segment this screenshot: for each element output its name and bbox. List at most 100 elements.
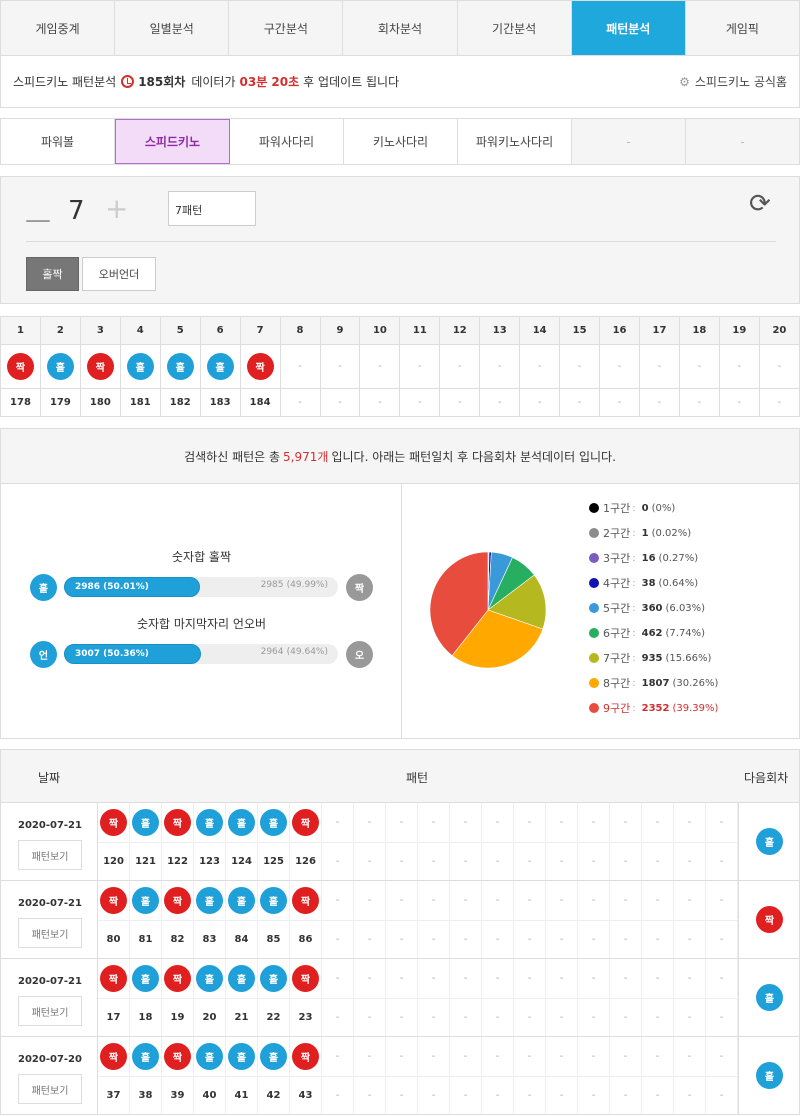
history-empty-cell: - <box>386 920 418 958</box>
tab-section[interactable]: 구간분석 <box>229 1 344 55</box>
view-pattern-button[interactable]: 패턴보기 <box>18 918 82 948</box>
history-empty-cell: - <box>610 998 642 1036</box>
history-empty-cell: - <box>482 842 514 880</box>
top-nav: 게임중계 일별분석 구간분석 회차분석 기간분석 패턴분석 게임픽 <box>0 0 800 56</box>
history-ball-cell: 홀 <box>130 1037 162 1075</box>
game-tab-powerkeno-ladder[interactable]: 파워키노사다리 <box>458 119 572 164</box>
increase-button[interactable]: + <box>105 195 128 223</box>
pattern-empty-cell: - <box>678 388 720 417</box>
pattern-ball-cell: 짝 <box>0 344 41 389</box>
game-tab-speedkeno[interactable]: 스피드키노 <box>115 119 230 164</box>
pattern-ball-cell: 홀 <box>119 344 161 389</box>
history-round: 121 <box>130 842 162 880</box>
history-ball: 홀 <box>260 964 287 992</box>
history-round: 82 <box>162 920 194 958</box>
pattern-col-header: 16 <box>599 316 640 345</box>
view-pattern-button[interactable]: 패턴보기 <box>18 1074 82 1104</box>
history-empty-cell: - <box>546 1076 578 1114</box>
history-round: 84 <box>226 920 258 958</box>
history-ball: 홀 <box>196 886 223 914</box>
tab-gamepick[interactable]: 게임픽 <box>686 1 799 55</box>
legend-item: 5구간:360 (6.03%) <box>589 600 789 616</box>
history-empty-cell: - <box>482 920 514 958</box>
odd-even-button[interactable]: 홀짝 <box>26 257 79 291</box>
history-empty-cell: - <box>514 1076 546 1114</box>
history-ball: 홀 <box>132 1042 159 1070</box>
history-empty-cell: - <box>450 842 482 880</box>
over-under-button[interactable]: 오버언더 <box>82 257 156 291</box>
under-ball: 언 <box>30 641 57 668</box>
history-ball-cell: 홀 <box>130 959 162 997</box>
history-empty-cell: - <box>354 920 386 958</box>
history-empty-cell: - <box>514 842 546 880</box>
history-empty-cell: - <box>450 803 482 841</box>
pattern-ball: 짝 <box>246 353 274 380</box>
tab-pattern[interactable]: 패턴분석 <box>571 1 686 55</box>
history-empty-cell: - <box>546 920 578 958</box>
history-ball-cell: 홀 <box>194 803 226 841</box>
history-ball-cell: 홀 <box>194 881 226 919</box>
tab-live[interactable]: 게임중계 <box>1 1 116 55</box>
pattern-col-header: 20 <box>758 316 800 345</box>
section-pie-chart <box>429 551 547 669</box>
history-round: 123 <box>194 842 226 880</box>
legend-percent: (6.03%) <box>665 602 706 614</box>
pattern-round: 179 <box>39 388 81 417</box>
history-empty-cell: - <box>706 1076 738 1114</box>
even-ball: 짝 <box>346 574 373 601</box>
legend-separator: : <box>632 552 636 564</box>
game-tab-powerball[interactable]: 파워볼 <box>1 119 115 164</box>
next-result-ball: 홀 <box>756 828 783 855</box>
official-home-link[interactable]: ⚙ 스피드키노 공식홈 <box>679 73 787 90</box>
tab-round[interactable]: 회차분석 <box>343 1 458 55</box>
history-empty-cell: - <box>482 998 514 1036</box>
pattern-col-header: 12 <box>439 316 481 345</box>
round-number: 185회차 <box>138 75 186 89</box>
history-ball: 홀 <box>196 808 223 836</box>
overunder-bar-fill: 3007 (50.36%) <box>64 644 202 664</box>
history-empty-cell: - <box>482 803 514 841</box>
history-empty-cell: - <box>450 920 482 958</box>
history-empty-cell: - <box>322 881 354 919</box>
decrease-button[interactable]: — <box>25 207 51 233</box>
history-empty-cell: - <box>578 920 610 958</box>
history-empty-cell: - <box>514 1037 546 1075</box>
game-tab-power-ladder[interactable]: 파워사다리 <box>230 119 344 164</box>
refresh-icon[interactable]: ⟳ <box>749 191 771 217</box>
pattern-round: 184 <box>239 388 281 417</box>
pattern-table: 1 2 3 4 5 6 7 8 9 10 11 12 13 14 15 16 17 18 19 20 짝홀짝홀홀홀짝-… <box>0 316 800 417</box>
pattern-empty-cell: - <box>439 388 481 417</box>
history-empty-cell: - <box>578 959 610 997</box>
history-empty-cell: - <box>610 1076 642 1114</box>
history-ball: 짝 <box>100 964 127 992</box>
pattern-col-header: 14 <box>519 316 561 345</box>
view-pattern-button[interactable]: 패턴보기 <box>18 840 82 870</box>
history-empty-cell: - <box>354 959 386 997</box>
history-empty-cell: - <box>706 803 738 841</box>
legend-item: 6구간:462 (7.74%) <box>589 625 789 641</box>
tab-period[interactable]: 기간분석 <box>458 1 572 55</box>
history-pattern-cells: 짝 17 홀 18 짝 19 홀 20 홀 21 홀 22 짝 23- - - - - - - - - - - - - - - - - - -… <box>98 959 738 1036</box>
pattern-empty-cell: - <box>559 388 601 417</box>
history-empty-cell: - <box>322 920 354 958</box>
header-pattern: 패턴 <box>406 771 429 785</box>
history-ball: 홀 <box>260 1042 287 1070</box>
pattern-empty-cell: - <box>639 388 680 417</box>
history-empty-cell: - <box>354 998 386 1036</box>
history-empty-cell: - <box>418 1037 450 1075</box>
history-empty-cell: - <box>546 842 578 880</box>
legend-label: 7구간 <box>603 652 631 665</box>
pattern-select[interactable]: 7패턴 <box>168 191 256 226</box>
stats-left: 숫자합 홀짝 홀 2986 (50.01%) 2985 (49.99%) 짝 숫… <box>1 484 402 738</box>
game-tab-keno-ladder[interactable]: 키노사다리 <box>344 119 458 164</box>
legend-value: 0 <box>641 502 649 514</box>
official-home-label: 스피드키노 공식홈 <box>694 75 787 89</box>
history-round: 85 <box>258 920 290 958</box>
history-empty-cell: - <box>674 920 706 958</box>
view-pattern-button[interactable]: 패턴보기 <box>18 996 82 1026</box>
tab-daily[interactable]: 일별분석 <box>115 1 230 55</box>
pattern-col-header: 11 <box>399 316 441 345</box>
history-round: 41 <box>226 1076 258 1114</box>
pattern-ball: 짝 <box>6 353 34 380</box>
history-round: 80 <box>98 920 130 958</box>
